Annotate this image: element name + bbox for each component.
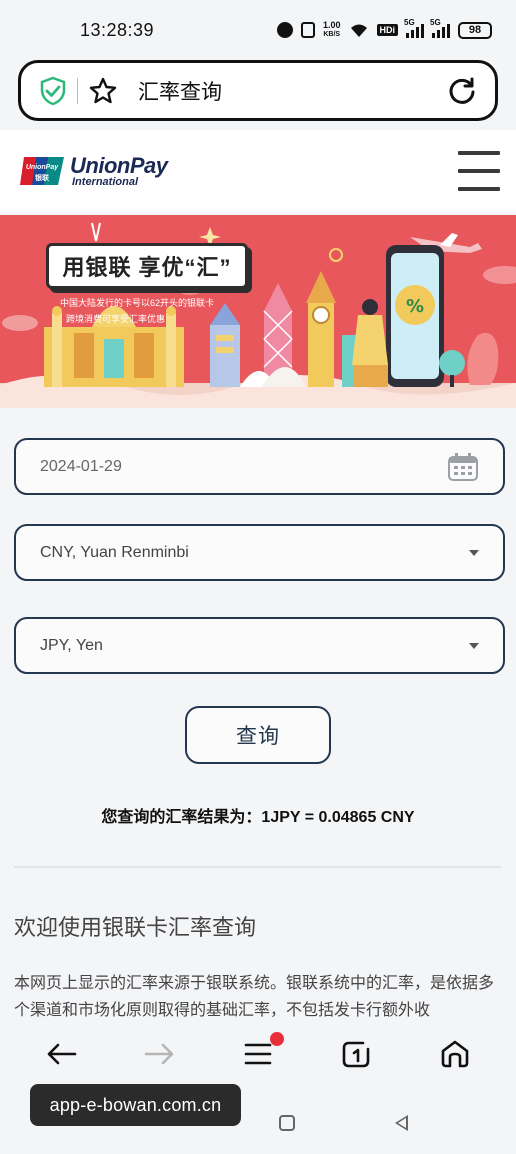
description-text: 本网页上显示的汇率来源于银联系统。银联系统中的汇率，是依据多个渠道和市场化原则取… — [14, 975, 495, 1019]
home-button[interactable] — [435, 1034, 475, 1074]
signal-2-icon: 5G — [430, 18, 450, 38]
tabs-icon — [343, 1041, 370, 1068]
signal-1-icon: 5G — [404, 18, 424, 38]
date-value: 2024-01-29 — [40, 457, 122, 475]
status-icons: 1.00 KB/S HDi 5G 5G 98 — [276, 18, 492, 39]
vibrate-icon — [300, 22, 315, 38]
logo-text-top: UnionPay — [70, 152, 168, 178]
home-square-icon[interactable] — [278, 1115, 295, 1131]
network-speed: 1.00 KB/S — [322, 20, 341, 39]
hd-icon: HDi — [376, 24, 398, 36]
query-button[interactable]: 查询 — [185, 706, 331, 764]
from-currency-value: CNY, Yuan Renminbi — [40, 543, 189, 561]
tabs-button[interactable] — [336, 1034, 376, 1074]
bookmark-star-icon[interactable] — [88, 76, 118, 106]
security-shield-icon[interactable] — [39, 76, 67, 106]
alarm-icon — [276, 22, 293, 38]
welcome-heading: 欢迎使用银联卡汇率查询 — [14, 915, 257, 940]
svg-text:银联: 银联 — [35, 173, 50, 182]
browser-toolbar — [0, 1020, 516, 1088]
chevron-down-icon — [469, 642, 479, 649]
banner-subtitle: 中国大陆发行的卡号以62开头的银联卡 跨境消费可享受汇率优惠 — [60, 298, 215, 324]
calendar-icon[interactable] — [447, 452, 479, 482]
divider — [14, 866, 501, 868]
date-field[interactable]: 2024-01-29 — [14, 438, 505, 495]
to-currency-value: JPY, Yen — [40, 636, 103, 654]
svg-text:%: % — [406, 296, 424, 317]
svg-text:UnionPay: UnionPay — [26, 164, 59, 171]
hamburger-menu-icon[interactable] — [458, 151, 500, 191]
address-bar[interactable]: 汇率查询 — [18, 60, 498, 121]
logo-text-bottom: International — [72, 175, 139, 188]
menu-lines-icon — [244, 1043, 272, 1065]
battery-indicator: 98 — [458, 21, 492, 39]
menu-button[interactable] — [238, 1032, 284, 1074]
back-button[interactable] — [41, 1034, 81, 1074]
status-bar: 13:28:39 1.00 KB/S HDi 5G 5G 98 — [0, 0, 516, 60]
back-triangle-icon[interactable] — [394, 1115, 408, 1131]
exchange-rate-result: 您查询的汇率结果为：1JPY = 0.04865 CNY — [101, 809, 415, 826]
arrow-left-icon — [47, 1043, 77, 1065]
banner-title: 用银联 享优“汇” — [46, 243, 248, 289]
chevron-down-icon — [469, 549, 479, 556]
home-icon — [441, 1040, 469, 1068]
unionpay-logo[interactable]: UnionPay 银联 UnionPay International — [18, 152, 168, 188]
from-currency-select[interactable]: CNY, Yuan Renminbi — [14, 524, 505, 581]
unionpay-mark-icon: UnionPay 银联 — [20, 157, 64, 185]
reload-icon[interactable] — [447, 76, 477, 106]
address-title[interactable]: 汇率查询 — [138, 76, 222, 106]
site-header: UnionPay 银联 UnionPay International — [0, 130, 516, 212]
forward-button[interactable] — [140, 1034, 180, 1074]
status-time: 13:28:39 — [80, 19, 155, 40]
arrow-right-icon — [144, 1043, 173, 1065]
notification-dot — [269, 1032, 284, 1046]
address-separator — [77, 77, 78, 104]
wifi-icon — [349, 22, 369, 38]
watermark-label: app-e-bowan.com.cn — [30, 1084, 241, 1126]
promo-banner[interactable]: % 用银联 享优“汇” 中国大陆发行的卡号以62开头的银联卡 跨境消费可享受汇率… — [0, 215, 516, 408]
to-currency-select[interactable]: JPY, Yen — [14, 617, 505, 674]
